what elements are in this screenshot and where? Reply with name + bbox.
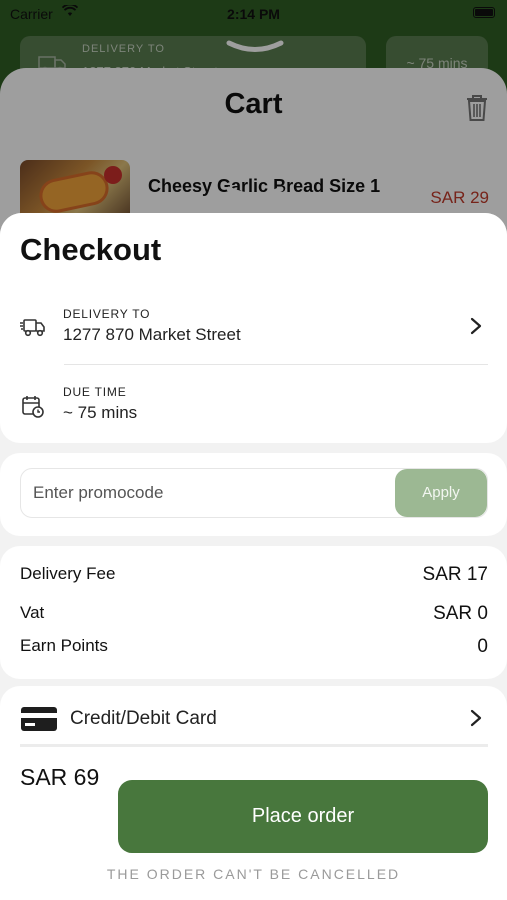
fee-value: SAR 17 (422, 564, 488, 585)
apply-button[interactable]: Apply (395, 469, 487, 517)
row-divider (64, 364, 488, 365)
fee-value: 0 (477, 636, 488, 657)
due-time-value: ~ 75 mins (63, 403, 138, 422)
chevron-right-icon (470, 709, 482, 727)
checkout-sheet: Checkout DELIVERY TO 1277 870 Market Str… (0, 213, 507, 900)
promo-card: Apply (0, 453, 507, 536)
truck-icon (20, 319, 45, 337)
order-total: SAR 69 (20, 764, 100, 790)
fee-row: Vat SAR 0 (20, 603, 488, 627)
delivery-label: DELIVERY TO (63, 307, 151, 321)
fees-card: Delivery Fee SAR 17 Vat SAR 0 Earn Point… (0, 546, 507, 679)
fee-label: Earn Points (20, 636, 108, 655)
place-order-button[interactable]: Place order (118, 780, 488, 853)
fee-row: Delivery Fee SAR 17 (20, 564, 488, 588)
fee-value: SAR 0 (433, 603, 488, 624)
fee-label: Vat (20, 603, 45, 622)
payment-method-row[interactable]: Credit/Debit Card (20, 702, 488, 736)
delivery-address: 1277 870 Market Street (63, 325, 241, 344)
checkout-header-card: Checkout DELIVERY TO 1277 870 Market Str… (0, 213, 507, 443)
due-time-row: DUE TIME ~ 75 mins (20, 383, 488, 433)
payment-divider (20, 744, 488, 747)
due-time-label: DUE TIME (63, 385, 127, 399)
delivery-address-row[interactable]: DELIVERY TO 1277 870 Market Street (20, 305, 488, 365)
checkout-title: Checkout (20, 232, 162, 267)
promo-code-input[interactable] (21, 469, 396, 517)
fee-label: Delivery Fee (20, 564, 116, 583)
calendar-clock-icon (22, 396, 44, 418)
credit-card-icon (21, 707, 57, 731)
cancellation-note: THE ORDER CAN'T BE CANCELLED (106, 866, 401, 882)
fee-row: Earn Points 0 (20, 636, 488, 660)
promo-box: Apply (20, 468, 488, 518)
payment-method-label: Credit/Debit Card (70, 708, 217, 729)
payment-card: Credit/Debit Card SAR 69 Place order THE… (0, 686, 507, 900)
chevron-right-icon (470, 317, 482, 335)
